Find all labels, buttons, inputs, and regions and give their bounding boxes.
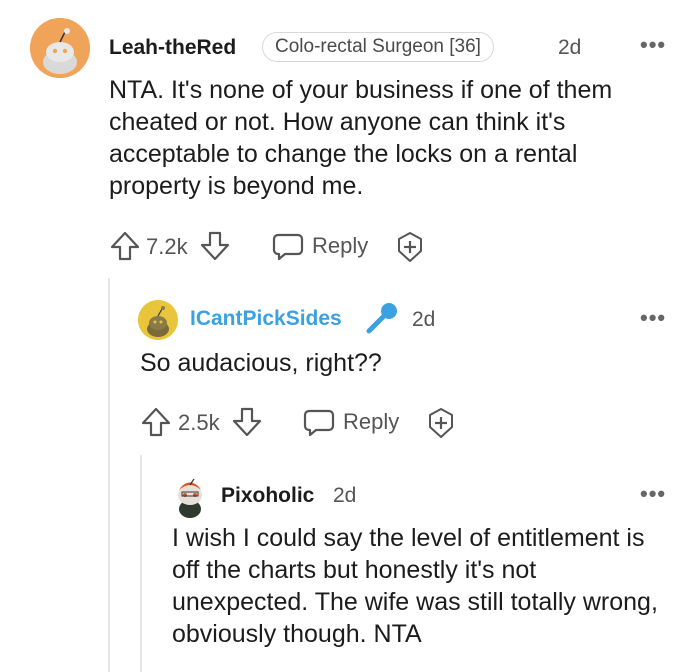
reply-button[interactable]: Reply bbox=[303, 406, 403, 440]
award-button[interactable] bbox=[425, 407, 457, 439]
comment-body: NTA. It's none of your business if one o… bbox=[109, 76, 613, 200]
upvote-button[interactable] bbox=[109, 230, 141, 262]
snoo-avatar-icon bbox=[138, 300, 178, 340]
vote-count: 2.5k bbox=[178, 410, 220, 435]
timestamp[interactable]: 2d bbox=[412, 308, 435, 332]
arrow-down-icon bbox=[232, 407, 262, 437]
plus-award-icon bbox=[398, 232, 422, 262]
upvote-button[interactable] bbox=[140, 406, 172, 438]
snoo-avatar-icon bbox=[30, 18, 90, 78]
downvote-button[interactable] bbox=[199, 230, 231, 262]
timestamp[interactable]: 2d bbox=[558, 36, 581, 60]
avatar[interactable] bbox=[172, 478, 208, 518]
speech-bubble-icon bbox=[303, 409, 335, 437]
more-options-icon[interactable]: ••• bbox=[640, 32, 666, 58]
more-options-icon[interactable]: ••• bbox=[640, 305, 666, 331]
reply-button[interactable]: Reply bbox=[272, 230, 372, 264]
username[interactable]: Pixoholic bbox=[221, 484, 314, 508]
award-button[interactable] bbox=[394, 231, 426, 263]
more-options-icon[interactable]: ••• bbox=[640, 481, 666, 507]
avatar[interactable] bbox=[138, 300, 178, 340]
arrow-up-icon bbox=[141, 407, 171, 437]
comment-body: So audacious, right?? bbox=[140, 349, 382, 377]
speech-bubble-icon bbox=[272, 233, 304, 261]
microphone-icon bbox=[365, 301, 399, 335]
user-flair: Colo-rectal Surgeon [36] bbox=[262, 32, 494, 62]
arrow-up-icon bbox=[110, 231, 140, 261]
reply-label: Reply bbox=[312, 233, 369, 258]
thread-line-level1[interactable] bbox=[108, 278, 110, 672]
thread-line-level2[interactable] bbox=[140, 455, 142, 672]
downvote-button[interactable] bbox=[231, 406, 263, 438]
username[interactable]: ICantPickSides bbox=[190, 307, 342, 331]
comment-body: I wish I could say the level of entitlem… bbox=[172, 524, 658, 648]
plus-award-icon bbox=[429, 408, 453, 438]
arrow-down-icon bbox=[200, 231, 230, 261]
avatar[interactable] bbox=[30, 18, 90, 78]
reply-label: Reply bbox=[343, 409, 400, 434]
vote-count: 7.2k bbox=[146, 234, 188, 259]
username[interactable]: Leah-theRed bbox=[109, 36, 236, 60]
snoo-avatar-icon bbox=[178, 478, 202, 518]
timestamp[interactable]: 2d bbox=[333, 484, 356, 508]
